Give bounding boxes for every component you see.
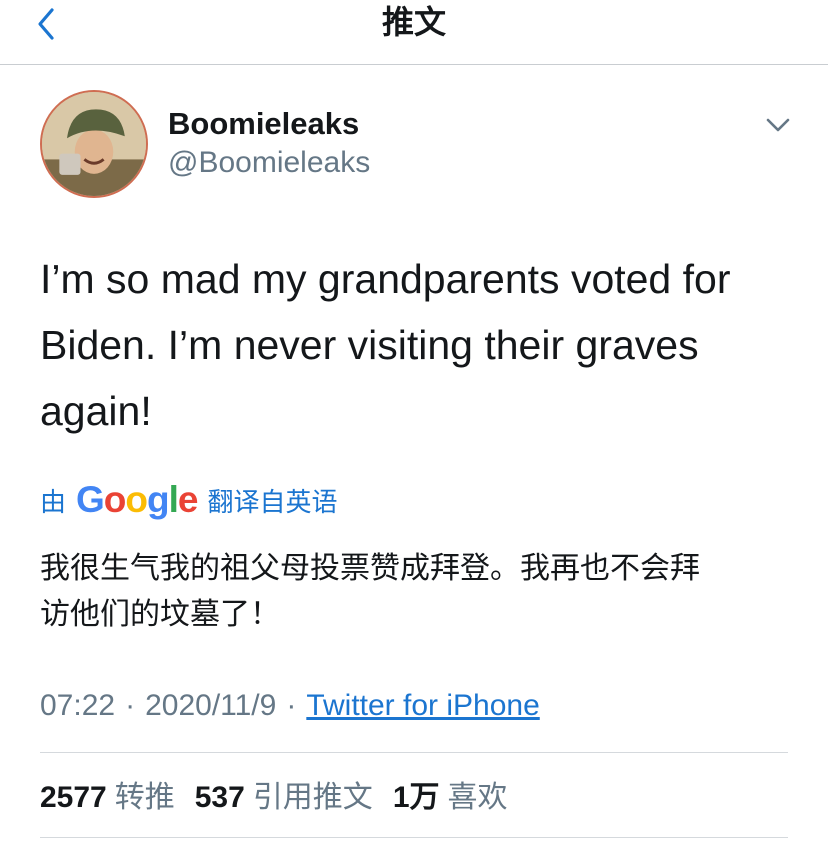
stat-label: 喜欢 [447, 780, 508, 815]
separator: · [125, 689, 136, 722]
chevron-down-icon[interactable] [760, 110, 796, 140]
divider [40, 837, 788, 838]
translated-text: 我很生气我的祖父母投票赞成拜登。我再也不会拜 访他们的坟墓了！ [40, 546, 800, 638]
stat-count: 1万 [392, 781, 440, 814]
separator: · [286, 689, 297, 722]
tweet-line: again! [40, 388, 152, 434]
tweet-line: Biden. I’m never visiting their graves [40, 322, 699, 368]
tweet-line: I’m so mad my grandparents voted for [40, 256, 731, 302]
google-logo-letter: o [103, 479, 127, 520]
translation-suffix: 翻译自英语 [207, 487, 338, 518]
google-logo-letter: e [177, 479, 199, 520]
translated-line: 我很生气我的祖父母投票赞成拜登。我再也不会拜 [40, 551, 700, 586]
stat-label: 引用推文 [252, 780, 373, 815]
tweet-stats: 2577 转推 537 引用推文 1万 喜欢 [40, 776, 528, 820]
tweet-date: 2020/11/9 [145, 689, 277, 722]
retweets-stat[interactable]: 2577 转推 [40, 776, 175, 820]
page-title: 推文 [381, 3, 446, 41]
google-logo-letter: g [147, 479, 170, 520]
google-logo-letter: G [76, 479, 105, 520]
avatar[interactable] [40, 90, 148, 198]
stat-label: 转推 [114, 780, 175, 815]
likes-stat[interactable]: 1万 喜欢 [393, 776, 508, 820]
translation-by-label: 由 [40, 487, 67, 518]
navigation-bar: 推文 [0, 0, 828, 65]
tweet-text: I’m so mad my grandparents voted for Bid… [40, 246, 810, 444]
google-logo-letter: o [125, 479, 148, 520]
google-logo-letter: l [168, 479, 179, 520]
quote-tweets-stat[interactable]: 537 引用推文 [195, 776, 373, 820]
translation-attribution: 由 Google 翻译自英语 [40, 479, 338, 521]
tweet-meta: 07:22 · 2020/11/9 · Twitter for iPhone [40, 686, 540, 726]
tweet-time: 07:22 [40, 689, 116, 722]
source-link[interactable]: Twitter for iPhone [306, 689, 539, 722]
stat-count: 537 [194, 781, 245, 814]
display-name[interactable]: Boomieleaks [168, 106, 359, 142]
translated-line: 访他们的坟墓了！ [40, 597, 280, 632]
google-logo[interactable]: Google [76, 479, 199, 521]
stat-count: 2577 [40, 781, 107, 814]
user-handle[interactable]: @Boomieleaks [168, 146, 370, 180]
divider [40, 752, 788, 753]
